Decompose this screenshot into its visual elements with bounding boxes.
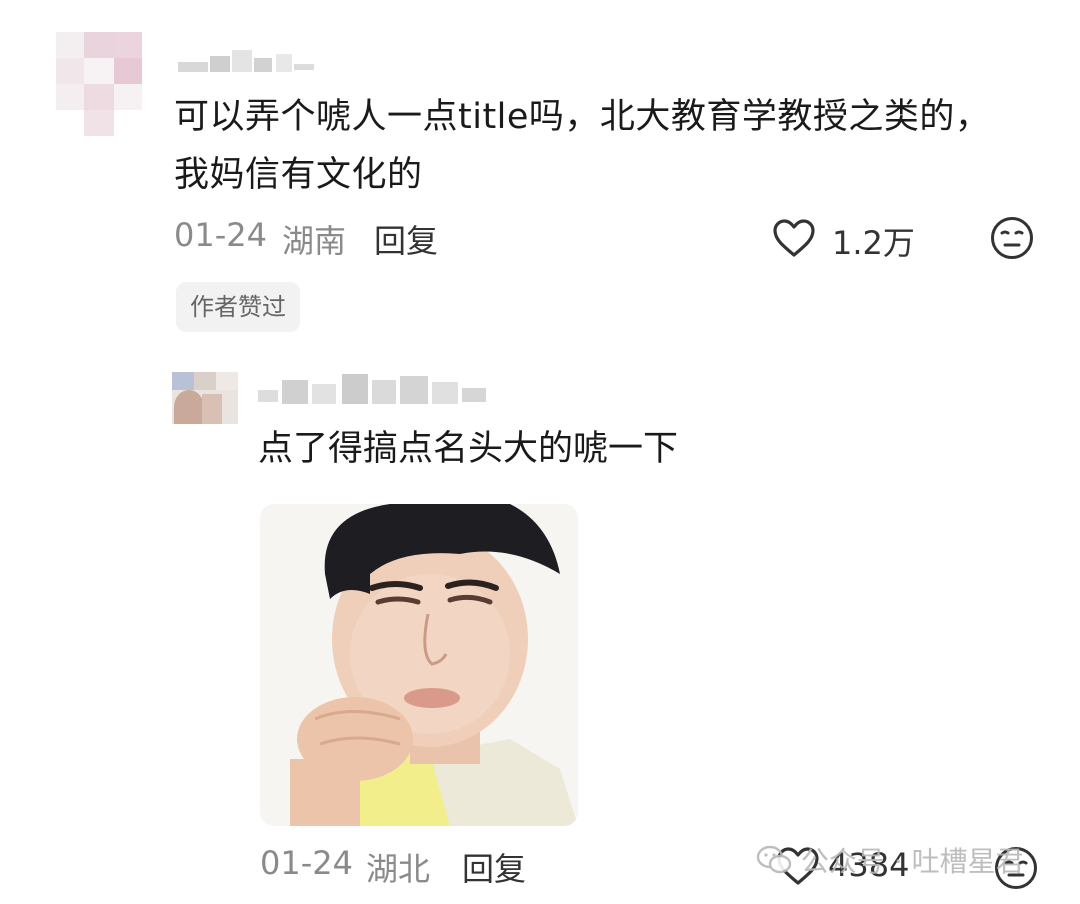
avatar[interactable] (172, 372, 238, 424)
author-liked-badge: 作者赞过 (176, 282, 300, 332)
comment-text: 点了得搞点名头大的唬一下 (258, 429, 679, 469)
sticker-image[interactable] (260, 504, 578, 826)
watermark: 公众号 · 吐槽星君 (756, 840, 1024, 882)
comment-date: 01-24 (260, 844, 353, 882)
neutral-face-icon[interactable] (990, 216, 1034, 260)
watermark-text: 公众号 · 吐槽星君 (800, 845, 1024, 878)
comment-text-line2: 我妈信有文化的 (174, 155, 423, 195)
wechat-icon (756, 845, 792, 882)
comment-date: 01-24 (174, 216, 267, 254)
reply-button[interactable]: 回复 (462, 844, 526, 890)
comment-location: 湖北 (366, 850, 431, 888)
comment-location: 湖南 (282, 222, 347, 260)
avatar[interactable] (56, 32, 142, 136)
reply-button[interactable]: 回复 (374, 216, 438, 262)
comment-text-line1: 可以弄个唬人一点title吗，北大教育学教授之类的， (174, 97, 991, 137)
heart-outline-icon[interactable] (772, 218, 816, 258)
like-count: 1.2万 (832, 224, 915, 262)
